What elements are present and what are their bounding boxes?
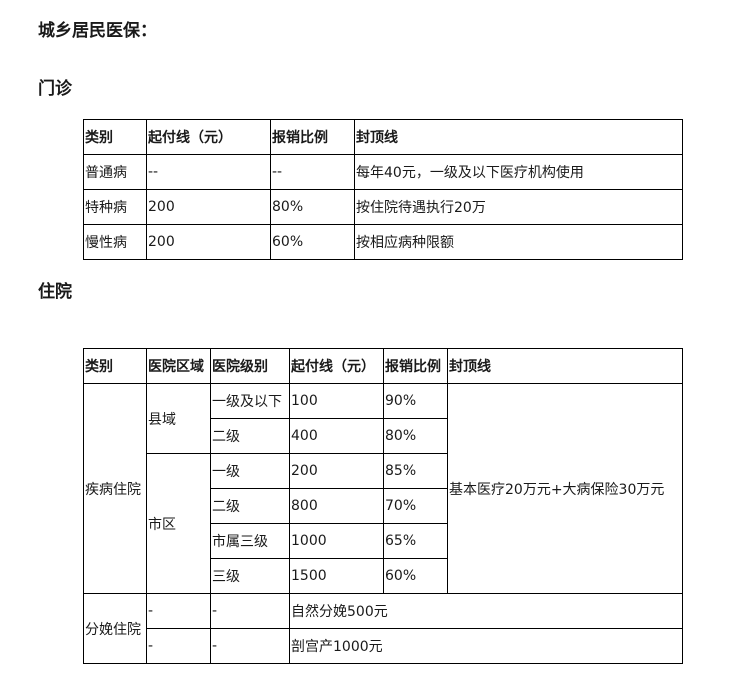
- table-cell: 特种病: [83, 189, 147, 225]
- column-header: 封顶线: [447, 348, 683, 384]
- column-header: 医院级别: [210, 348, 290, 384]
- category-cell: 分娩住院: [83, 593, 147, 664]
- cap-cell: 基本医疗20万元+大病保险30万元: [447, 383, 683, 594]
- inpatient-table: 类别 医院区域 医院级别 起付线（元） 报销比例 封顶线 疾病住院 县域 一级及…: [83, 348, 683, 664]
- table-cell: 自然分娩500元: [289, 593, 683, 629]
- table-cell: 剖宫产1000元: [289, 628, 683, 664]
- column-header: 起付线（元）: [289, 348, 384, 384]
- column-header: 起付线（元）: [146, 119, 271, 155]
- table-cell: 每年40元，一级及以下医疗机构使用: [354, 154, 683, 190]
- table-header-row: 类别 起付线（元） 报销比例 封顶线: [83, 119, 683, 155]
- table-cell: 三级: [210, 558, 290, 594]
- table-cell: 二级: [210, 418, 290, 454]
- table-cell: 60%: [383, 558, 448, 594]
- column-header: 类别: [83, 119, 147, 155]
- inpatient-heading: 住院: [38, 282, 72, 302]
- table-row: 慢性病 200 60% 按相应病种限额: [83, 224, 683, 260]
- table-cell: 1000: [289, 523, 384, 559]
- table-cell: 400: [289, 418, 384, 454]
- table-cell: 按相应病种限额: [354, 224, 683, 260]
- table-cell: 800: [289, 488, 384, 524]
- table-cell: 200: [146, 189, 271, 225]
- table-cell: -: [146, 628, 211, 664]
- category-cell: 疾病住院: [83, 383, 147, 594]
- table-row: 特种病 200 80% 按住院待遇执行20万: [83, 189, 683, 225]
- table-cell: 普通病: [83, 154, 147, 190]
- table-row: 普通病 -- -- 每年40元，一级及以下医疗机构使用: [83, 154, 683, 190]
- table-cell: 70%: [383, 488, 448, 524]
- column-header: 类别: [83, 348, 147, 384]
- table-cell: -: [210, 593, 290, 629]
- table-cell: --: [270, 154, 355, 190]
- column-header: 报销比例: [383, 348, 448, 384]
- table-cell: 二级: [210, 488, 290, 524]
- table-row: 疾病住院 县域 一级及以下 100 90% 基本医疗20万元+大病保险30万元: [83, 383, 683, 594]
- table-cell: 市属三级: [210, 523, 290, 559]
- outpatient-heading: 门诊: [38, 79, 72, 99]
- table-cell: 慢性病: [83, 224, 147, 260]
- table-cell: 200: [289, 453, 384, 489]
- table-row: - - 剖宫产1000元: [84, 628, 683, 664]
- table-cell: 一级及以下: [210, 383, 290, 419]
- outpatient-table: 类别 起付线（元） 报销比例 封顶线 普通病 -- -- 每年40元，一级及以下…: [83, 119, 683, 260]
- table-cell: 80%: [270, 189, 355, 225]
- column-header: 医院区域: [146, 348, 211, 384]
- table-cell: 1500: [289, 558, 384, 594]
- table-cell: 85%: [383, 453, 448, 489]
- column-header: 封顶线: [354, 119, 683, 155]
- table-cell: 100: [289, 383, 384, 419]
- table-cell: 按住院待遇执行20万: [354, 189, 683, 225]
- table-header-row: 类别 医院区域 医院级别 起付线（元） 报销比例 封顶线: [83, 348, 683, 384]
- table-cell: -: [210, 628, 290, 664]
- page-title: 城乡居民医保：: [38, 21, 157, 41]
- table-cell: 65%: [383, 523, 448, 559]
- table-cell: 90%: [383, 383, 448, 419]
- table-cell: --: [146, 154, 271, 190]
- region-cell: 县域: [146, 383, 211, 454]
- column-header: 报销比例: [270, 119, 355, 155]
- table-cell: 80%: [383, 418, 448, 454]
- table-row: 分娩住院 - - 自然分娩500元: [83, 593, 683, 664]
- region-cell: 市区: [146, 453, 211, 594]
- table-cell: 200: [146, 224, 271, 260]
- table-cell: 一级: [210, 453, 290, 489]
- table-cell: -: [146, 593, 211, 629]
- table-cell: 60%: [270, 224, 355, 260]
